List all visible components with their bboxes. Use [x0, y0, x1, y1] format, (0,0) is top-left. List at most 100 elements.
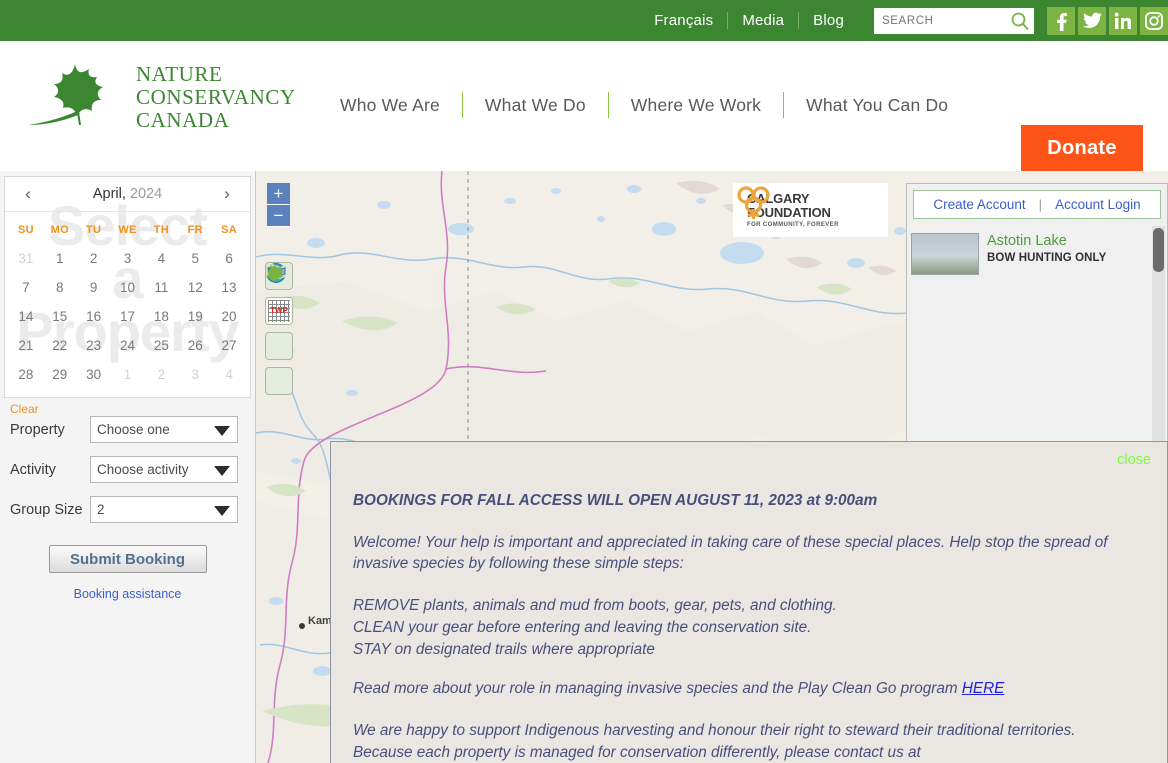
calendar-day[interactable]: 15: [43, 302, 77, 331]
calendar-day[interactable]: 7: [9, 273, 43, 302]
calendar-day[interactable]: 23: [77, 331, 111, 360]
calendar-day[interactable]: 31: [9, 244, 43, 273]
create-account-link[interactable]: Create Account: [933, 197, 1025, 212]
calendar-header: ‹ April, 2024 ›: [5, 177, 250, 212]
calendar-day[interactable]: 2: [77, 244, 111, 273]
top-links: Français Media Blog: [640, 0, 858, 41]
calendar-grid: SU MO TU WE TH FR SA 31 1 2 3 4 5 6 7 8 …: [5, 212, 250, 397]
property-name[interactable]: Astotin Lake: [987, 233, 1106, 249]
calendar-day[interactable]: 3: [111, 244, 145, 273]
group-size-label: Group Size: [10, 501, 83, 518]
calendar-day[interactable]: 4: [212, 360, 246, 389]
calendar-month: April,: [92, 186, 126, 202]
here-link[interactable]: HERE: [962, 680, 1005, 697]
calendar-day[interactable]: 14: [9, 302, 43, 331]
nav-what-we-do[interactable]: What We Do: [463, 95, 608, 116]
date-picker-calendar: Select a Property ‹ April, 2024 › SU MO …: [4, 176, 251, 398]
maple-leaf-icon: [25, 59, 122, 136]
group-size-select[interactable]: 2: [90, 496, 238, 523]
nav-what-you-can-do[interactable]: What You Can Do: [784, 95, 970, 116]
calendar-day[interactable]: 11: [144, 273, 178, 302]
calendar-clear-link[interactable]: Clear: [0, 398, 255, 416]
calendar-day[interactable]: 16: [77, 302, 111, 331]
calendar-day[interactable]: 13: [212, 273, 246, 302]
calendar-day[interactable]: 2: [144, 360, 178, 389]
calendar-day[interactable]: 27: [212, 331, 246, 360]
account-login-link[interactable]: Account Login: [1055, 197, 1141, 212]
calendar-day[interactable]: 29: [43, 360, 77, 389]
calendar-day[interactable]: 12: [178, 273, 212, 302]
activity-select[interactable]: Choose activity: [90, 456, 238, 483]
modal-heading-top: BOOKINGS FOR FALL ACCESS WILL OPEN AUGUS…: [353, 492, 878, 509]
sponsor-logo: CALGARY FOUNDATION FOR COMMUNITY, FOREVE…: [733, 183, 888, 237]
top-link-francais[interactable]: Français: [640, 12, 727, 29]
dow-su: SU: [17, 224, 34, 236]
top-link-blog[interactable]: Blog: [799, 12, 858, 29]
calendar-day[interactable]: 18: [144, 302, 178, 331]
leaf-icon[interactable]: [265, 264, 293, 395]
dow-we: WE: [118, 224, 137, 236]
twitter-icon[interactable]: [1078, 6, 1106, 35]
chevron-left-icon[interactable]: ‹: [19, 184, 37, 204]
calendar-day[interactable]: 1: [43, 244, 77, 273]
calendar-day[interactable]: 24: [111, 331, 145, 360]
calendar-day[interactable]: 6: [212, 244, 246, 273]
nav-where-we-work[interactable]: Where We Work: [609, 95, 783, 116]
calendar-day[interactable]: 21: [9, 331, 43, 360]
modal-steps: REMOVE plants, animals and mud from boot…: [353, 595, 1139, 660]
region-map-icon[interactable]: [265, 264, 293, 360]
property-select[interactable]: Choose one: [90, 416, 238, 443]
modal-readmore-text: Read more about your role in managing in…: [353, 680, 962, 698]
calendar-day[interactable]: 25: [144, 331, 178, 360]
nav-who-we-are[interactable]: Who We Are: [318, 95, 462, 116]
map-zoom-in-button[interactable]: +: [267, 183, 290, 205]
calendar-day[interactable]: 8: [43, 273, 77, 302]
calendar-day[interactable]: 5: [178, 244, 212, 273]
map-layer-tools: TWP: [265, 262, 293, 402]
chevron-down-icon: [214, 426, 230, 436]
activity-value: Choose activity: [97, 462, 189, 477]
donate-button[interactable]: Donate: [1021, 125, 1143, 172]
dow-fr: FR: [187, 224, 203, 236]
facebook-icon[interactable]: [1047, 6, 1075, 35]
main-navigation: Who We Are What We Do Where We Work What…: [318, 89, 970, 121]
top-utility-bar: Français Media Blog: [0, 0, 1168, 41]
calendar-day[interactable]: 28: [9, 360, 43, 389]
calendar-day[interactable]: 1: [111, 360, 145, 389]
site-logo[interactable]: NATURE CONSERVANCY CANADA: [25, 59, 296, 136]
chevron-right-icon[interactable]: ›: [218, 184, 236, 204]
scrollbar-thumb[interactable]: [1153, 228, 1164, 272]
calendar-day[interactable]: 9: [77, 273, 111, 302]
calendar-day[interactable]: 17: [111, 302, 145, 331]
calendar-day[interactable]: 30: [77, 360, 111, 389]
calendar-day[interactable]: 19: [178, 302, 212, 331]
list-item[interactable]: Astotin Lake BOW HUNTING ONLY: [911, 229, 1167, 283]
search-icon[interactable]: [1010, 11, 1030, 31]
property-thumbnail: [911, 233, 979, 275]
calendar-day[interactable]: 4: [144, 244, 178, 273]
linkedin-icon[interactable]: [1109, 6, 1137, 35]
search-box[interactable]: [874, 7, 1034, 34]
map-zoom-out-button[interactable]: −: [267, 205, 290, 227]
dow-mo: MO: [50, 224, 69, 236]
calendar-day[interactable]: 10: [111, 273, 145, 302]
calendar-day[interactable]: 3: [178, 360, 212, 389]
instagram-icon[interactable]: [1140, 6, 1168, 35]
close-link[interactable]: close: [1117, 452, 1151, 468]
calendar-day[interactable]: 26: [178, 331, 212, 360]
submit-booking-button[interactable]: Submit Booking: [48, 545, 207, 573]
map-zoom-controls: + −: [267, 183, 290, 227]
calendar-day[interactable]: 20: [212, 302, 246, 331]
dow-sa: SA: [221, 224, 238, 236]
booking-assistance-link[interactable]: Booking assistance: [0, 587, 255, 601]
calendar-year: 2024: [129, 186, 163, 202]
dow-th: TH: [153, 224, 169, 236]
township-grid-icon[interactable]: TWP: [265, 297, 293, 325]
calendar-day[interactable]: 22: [43, 331, 77, 360]
top-link-media[interactable]: Media: [728, 12, 798, 29]
account-divider: |: [1038, 197, 1043, 212]
property-label: Property: [10, 421, 65, 438]
modal-welcome-paragraph: Welcome! Your help is important and appr…: [353, 533, 1108, 573]
modal-step-clean: CLEAN your gear before entering and leav…: [353, 618, 812, 636]
group-size-value: 2: [97, 502, 105, 517]
